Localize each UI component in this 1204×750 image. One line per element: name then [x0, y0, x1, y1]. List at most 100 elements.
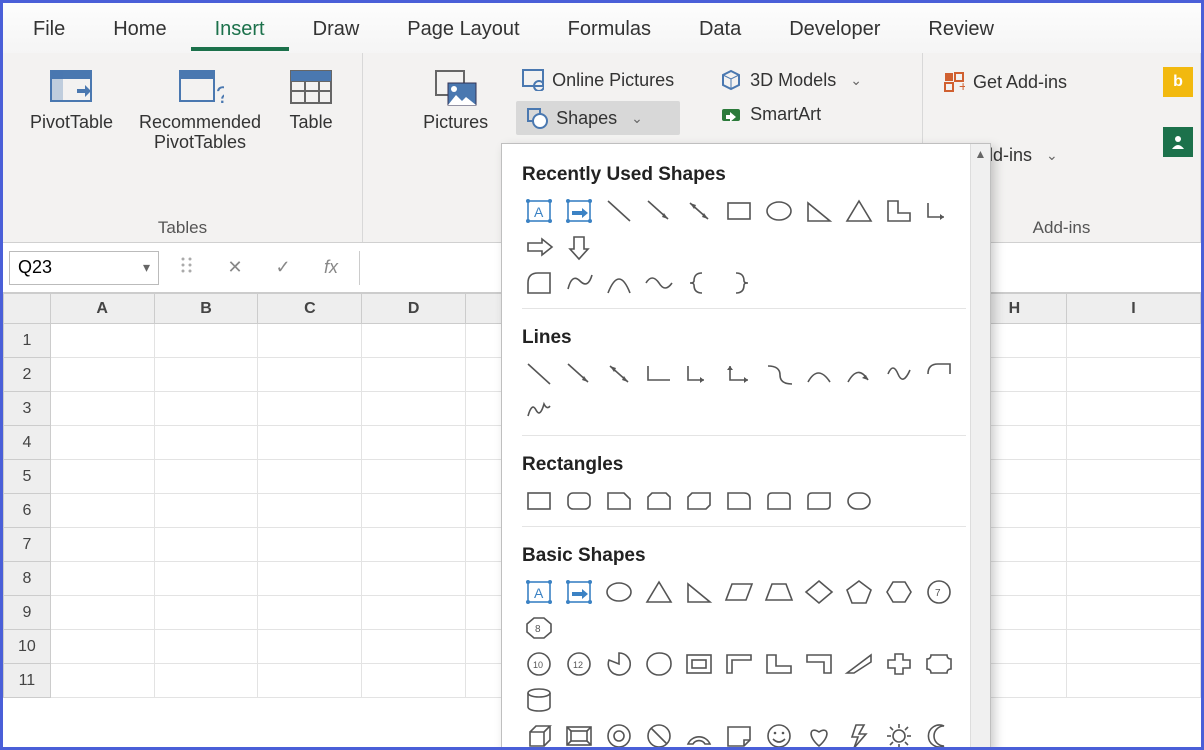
shape-parallelogram[interactable]: [722, 577, 756, 607]
shape-sun[interactable]: [882, 721, 916, 750]
shape-snip-same[interactable]: [642, 486, 676, 516]
cell[interactable]: [362, 460, 466, 494]
shape-right-triangle[interactable]: [802, 196, 836, 226]
cell[interactable]: [154, 358, 258, 392]
cell[interactable]: [154, 426, 258, 460]
cell[interactable]: [154, 392, 258, 426]
column-header[interactable]: B: [154, 294, 258, 324]
cell[interactable]: [50, 630, 154, 664]
shape-right-arrow[interactable]: [522, 232, 556, 262]
cell[interactable]: [362, 426, 466, 460]
cell[interactable]: [154, 664, 258, 698]
cell[interactable]: [258, 562, 362, 596]
online-pictures-button[interactable]: Online Pictures: [516, 67, 680, 93]
shape-no-symbol[interactable]: [642, 721, 676, 750]
cell[interactable]: [50, 596, 154, 630]
shape-rounded-connector[interactable]: [922, 359, 956, 389]
cell[interactable]: [154, 630, 258, 664]
shape-text-box-a[interactable]: A: [522, 196, 556, 226]
cell[interactable]: [258, 358, 362, 392]
cell[interactable]: [1066, 426, 1200, 460]
shape-curve[interactable]: [602, 268, 636, 298]
shape-scribble[interactable]: [522, 395, 556, 425]
shape-oval[interactable]: [762, 196, 796, 226]
shape-plus[interactable]: [882, 649, 916, 679]
shape-round-single[interactable]: [722, 486, 756, 516]
shape-snip-single[interactable]: [602, 486, 636, 516]
tab-insert[interactable]: Insert: [191, 8, 289, 49]
shape-teardrop[interactable]: [642, 649, 676, 679]
shape-double-arrow[interactable]: [602, 359, 636, 389]
shape-donut[interactable]: [602, 721, 636, 750]
shape-frame[interactable]: [682, 649, 716, 679]
shape-folded-corner[interactable]: [722, 721, 756, 750]
row-header[interactable]: 2: [4, 358, 51, 392]
shape-elbow-double[interactable]: [722, 359, 756, 389]
tab-home[interactable]: Home: [89, 8, 190, 49]
shape-snip-diag[interactable]: [682, 486, 716, 516]
cell[interactable]: [258, 426, 362, 460]
cell[interactable]: [1066, 358, 1200, 392]
row-header[interactable]: 5: [4, 460, 51, 494]
cell[interactable]: [50, 426, 154, 460]
shape-arrow-line[interactable]: [562, 359, 596, 389]
cell[interactable]: [1066, 494, 1200, 528]
shape-trapezoid[interactable]: [762, 577, 796, 607]
name-box[interactable]: Q23 ▾: [9, 251, 159, 285]
shape-right-brace[interactable]: [722, 268, 756, 298]
row-header[interactable]: 11: [4, 664, 51, 698]
cell[interactable]: [1066, 324, 1200, 358]
column-header[interactable]: I: [1066, 294, 1200, 324]
shape-down-arrow[interactable]: [562, 232, 596, 262]
cell[interactable]: [362, 494, 466, 528]
table-button[interactable]: Table: [281, 63, 341, 137]
shape-isoceles-triangle[interactable]: [842, 196, 876, 226]
shape-pie[interactable]: [602, 649, 636, 679]
cell[interactable]: [154, 562, 258, 596]
shape-heptagon[interactable]: 7: [922, 577, 956, 607]
shapes-button[interactable]: Shapes ⌄: [516, 101, 680, 135]
shape-lightning[interactable]: [842, 721, 876, 750]
shape-decagon[interactable]: 10: [522, 649, 556, 679]
row-header[interactable]: 8: [4, 562, 51, 596]
cell[interactable]: [258, 324, 362, 358]
cell[interactable]: [1066, 664, 1200, 698]
cancel-formula-button[interactable]: ✕: [215, 257, 255, 278]
cell[interactable]: [1066, 392, 1200, 426]
pictures-button[interactable]: Pictures: [417, 63, 494, 137]
cell[interactable]: [154, 596, 258, 630]
recommended-pivottables-button[interactable]: ? Recommended PivotTables: [133, 63, 267, 157]
select-all-corner[interactable]: [4, 294, 51, 324]
shape-diag-stripe[interactable]: [842, 649, 876, 679]
cell[interactable]: [50, 358, 154, 392]
shape-triangle[interactable]: [642, 577, 676, 607]
shape-arrow-line[interactable]: [642, 196, 676, 226]
row-header[interactable]: 1: [4, 324, 51, 358]
shape-cube[interactable]: [522, 721, 556, 750]
shape-block-arc[interactable]: [682, 721, 716, 750]
shape-corner[interactable]: [802, 649, 836, 679]
shape-pentagon[interactable]: [842, 577, 876, 607]
shape-heart[interactable]: [802, 721, 836, 750]
cell[interactable]: [154, 528, 258, 562]
cell[interactable]: [1066, 460, 1200, 494]
shape-l-shape-rect[interactable]: [762, 649, 796, 679]
shape-plaque[interactable]: [922, 649, 956, 679]
shape-elbow-arrow[interactable]: [682, 359, 716, 389]
cell[interactable]: [50, 460, 154, 494]
cell[interactable]: [258, 528, 362, 562]
shape-smiley[interactable]: [762, 721, 796, 750]
row-header[interactable]: 9: [4, 596, 51, 630]
tab-review[interactable]: Review: [904, 8, 1018, 49]
shape-elbow-arrow[interactable]: [922, 196, 956, 226]
shape-can[interactable]: [522, 685, 556, 715]
cell[interactable]: [362, 664, 466, 698]
cell[interactable]: [50, 528, 154, 562]
cell[interactable]: [50, 562, 154, 596]
cell[interactable]: [1066, 596, 1200, 630]
tab-file[interactable]: File: [9, 8, 89, 49]
shape-text-box-a[interactable]: A: [522, 577, 556, 607]
smartart-button[interactable]: SmartArt: [714, 101, 868, 127]
cell[interactable]: [258, 392, 362, 426]
cell[interactable]: [362, 528, 466, 562]
